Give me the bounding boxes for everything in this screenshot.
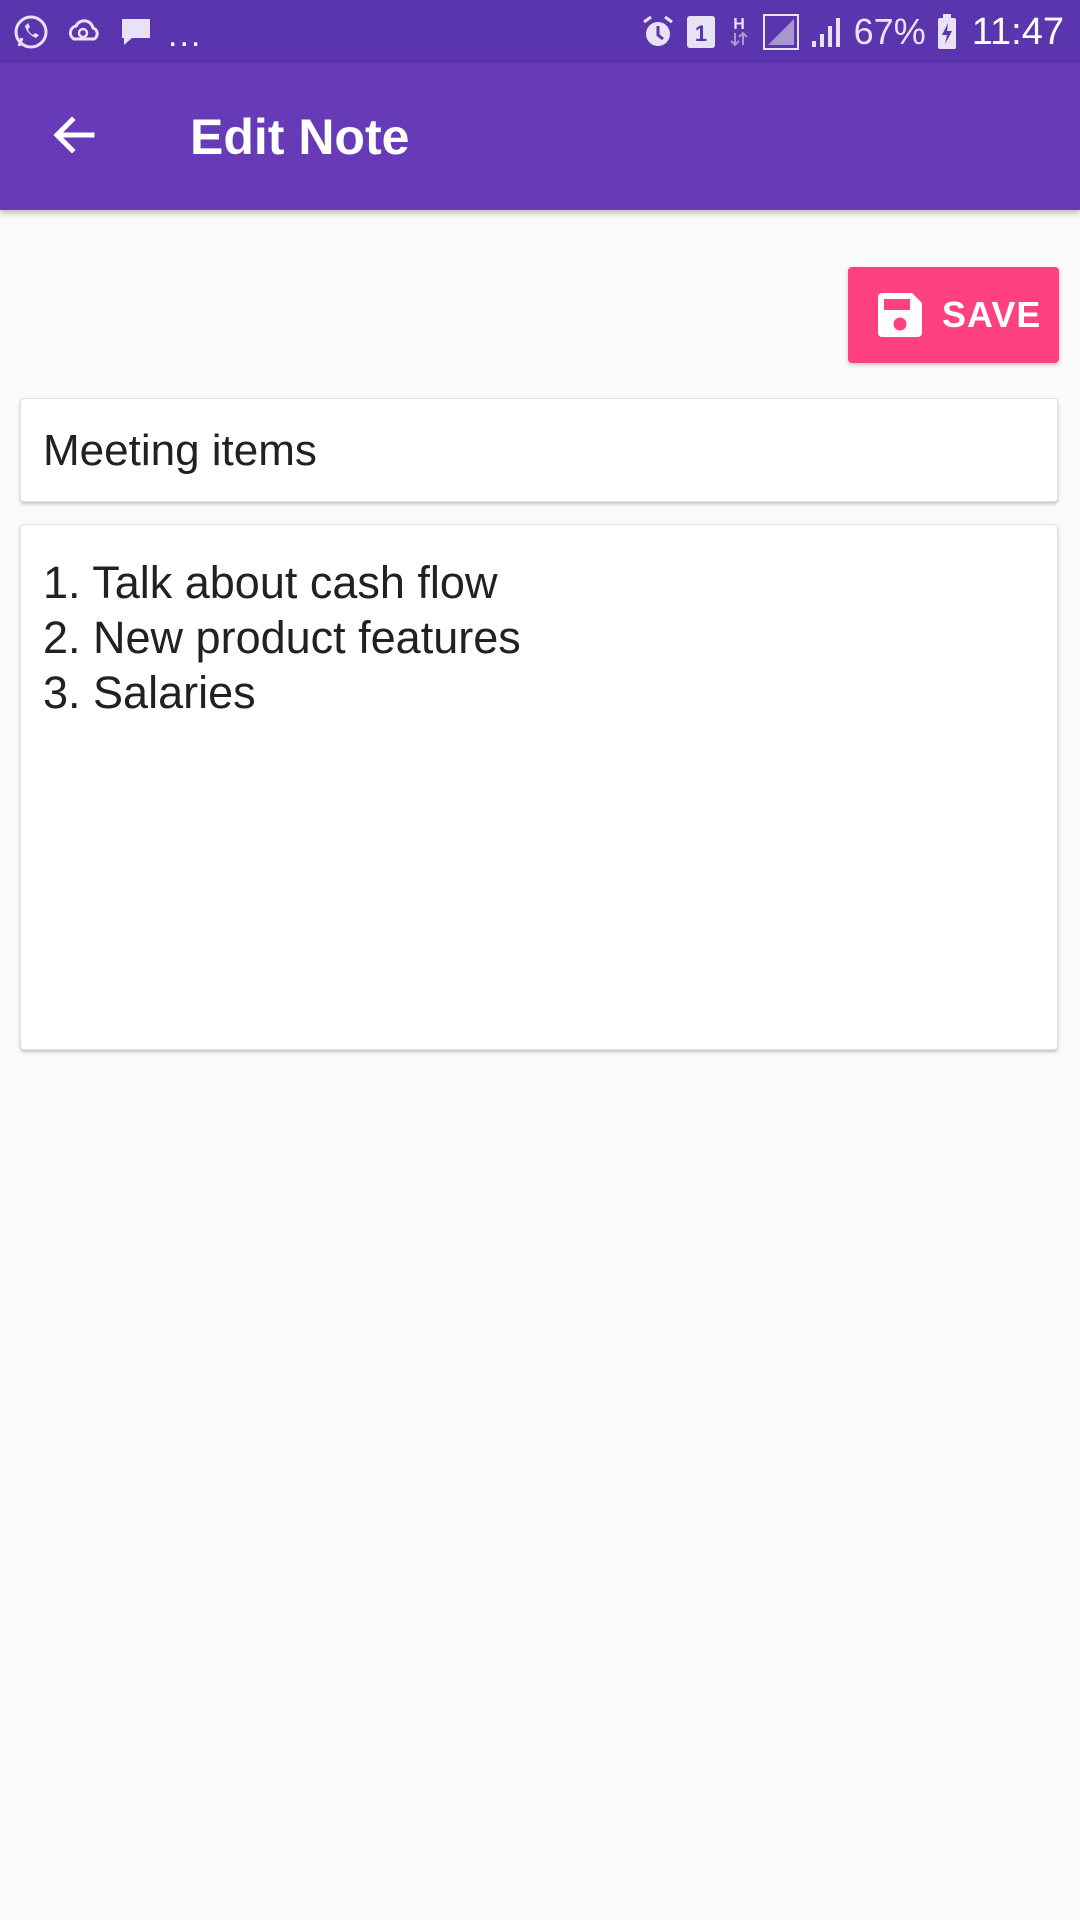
note-body-input[interactable]: 1. Talk about cash flow 2. New product f… bbox=[20, 524, 1058, 1050]
sim-1-icon: 1 bbox=[686, 14, 716, 50]
more-notifications: ... bbox=[168, 15, 203, 54]
note-body-line: 1. Talk about cash flow bbox=[43, 557, 498, 608]
battery-percent: 67% bbox=[853, 10, 926, 52]
page-title: Edit Note bbox=[190, 108, 410, 165]
battery-charging-icon bbox=[936, 13, 958, 51]
signal-icon bbox=[762, 13, 800, 51]
status-bar: ... 1 H 67% 11:47 bbox=[0, 0, 1080, 63]
whatsapp-icon bbox=[12, 13, 50, 51]
h-data-icon: H bbox=[726, 13, 752, 51]
app-bar: Edit Note bbox=[0, 63, 1080, 210]
note-body-line: 2. New product features bbox=[43, 612, 521, 663]
notification-icons: ... bbox=[12, 0, 202, 63]
signal-icon bbox=[810, 13, 844, 51]
system-icons: 1 H 67% 11:47 bbox=[640, 0, 1064, 63]
svg-text:H: H bbox=[733, 16, 745, 33]
arrow-back-icon bbox=[50, 111, 98, 164]
save-button[interactable]: SAVE bbox=[848, 267, 1059, 363]
note-title-input[interactable]: Meeting items bbox=[20, 398, 1058, 502]
note-body-line: 3. Salaries bbox=[43, 667, 256, 718]
alarm-icon bbox=[640, 13, 676, 51]
note-title-value: Meeting items bbox=[43, 426, 317, 475]
svg-text:1: 1 bbox=[695, 21, 707, 46]
sync-cloud-icon bbox=[64, 13, 104, 51]
save-label: SAVE bbox=[942, 294, 1042, 335]
floppy-disk-icon bbox=[876, 291, 924, 339]
back-button[interactable] bbox=[36, 99, 112, 175]
note-body-text: 1. Talk about cash flow 2. New product f… bbox=[43, 555, 521, 720]
message-icon bbox=[118, 14, 154, 50]
clock: 11:47 bbox=[971, 10, 1064, 53]
